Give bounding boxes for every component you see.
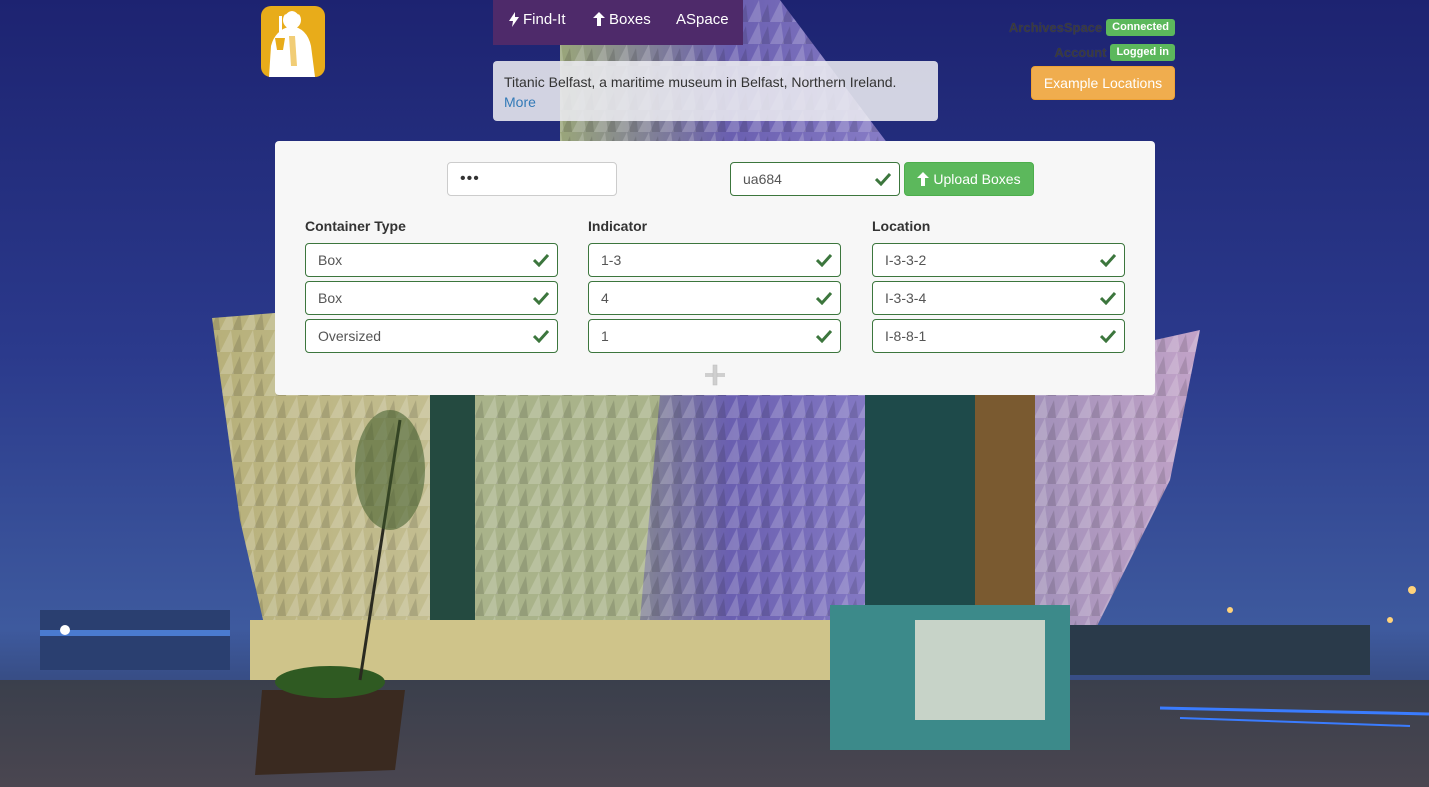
check-icon xyxy=(816,291,832,305)
container-type-value: Box xyxy=(318,290,343,306)
repository-input[interactable]: ua684 xyxy=(730,162,900,196)
connected-badge: Connected xyxy=(1106,19,1175,36)
location-value: I-8-8-1 xyxy=(885,328,927,344)
indicator-value: 1-3 xyxy=(601,252,622,268)
check-icon xyxy=(533,253,549,267)
nav-findit-label: Find-It xyxy=(523,11,566,28)
check-icon xyxy=(1100,329,1116,343)
upload-boxes-label: Upload Boxes xyxy=(933,171,1021,187)
bolt-icon xyxy=(509,12,519,27)
check-icon xyxy=(816,253,832,267)
indicator-value: 1 xyxy=(601,328,609,344)
upload-panel: ••• ua684 Upload Boxes Container Type In… xyxy=(275,141,1155,395)
description-text: Titanic Belfast, a maritime museum in Be… xyxy=(504,74,897,90)
repository-value: ua684 xyxy=(743,171,782,187)
nav-aspace[interactable]: ASpace xyxy=(676,11,729,28)
account-status: Account Logged in xyxy=(1054,44,1175,61)
password-input[interactable]: ••• xyxy=(447,162,617,196)
container-type-value: Oversized xyxy=(318,328,382,344)
archivesspace-label: ArchivesSpace xyxy=(1008,20,1103,35)
location-value: I-3-3-2 xyxy=(885,252,927,268)
account-label: Account xyxy=(1054,45,1107,60)
upload-boxes-button[interactable]: Upload Boxes xyxy=(904,162,1034,196)
container-type-field[interactable]: Box xyxy=(305,243,558,277)
container-type-value: Box xyxy=(318,252,343,268)
password-value: ••• xyxy=(460,170,480,187)
location-field[interactable]: I-3-3-4 xyxy=(872,281,1125,315)
check-icon xyxy=(533,329,549,343)
logo-icon xyxy=(261,6,325,77)
check-icon xyxy=(1100,253,1116,267)
indicator-header: Indicator xyxy=(588,218,648,234)
container-type-field[interactable]: Box xyxy=(305,281,558,315)
indicator-value: 4 xyxy=(601,290,609,306)
example-locations-button[interactable]: Example Locations xyxy=(1031,66,1175,100)
nav-boxes[interactable]: Boxes xyxy=(593,11,651,28)
check-icon xyxy=(533,291,549,305)
check-icon xyxy=(875,172,891,186)
location-value: I-3-3-4 xyxy=(885,290,927,306)
container-type-header: Container Type xyxy=(305,218,406,234)
location-field[interactable]: I-3-3-2 xyxy=(872,243,1125,277)
nav-boxes-label: Boxes xyxy=(609,11,651,28)
archivesspace-status: ArchivesSpace Connected xyxy=(1009,19,1175,36)
upload-icon xyxy=(593,12,605,26)
container-type-field[interactable]: Oversized xyxy=(305,319,558,353)
more-link[interactable]: More xyxy=(504,92,927,112)
nav-findit[interactable]: Find-It xyxy=(509,11,566,28)
indicator-field[interactable]: 1-3 xyxy=(588,243,841,277)
check-icon xyxy=(816,329,832,343)
top-nav: Find-It Boxes ASpace xyxy=(493,0,743,45)
location-field[interactable]: I-8-8-1 xyxy=(872,319,1125,353)
image-description: Titanic Belfast, a maritime museum in Be… xyxy=(493,61,938,121)
nav-aspace-label: ASpace xyxy=(676,11,729,28)
logged-in-badge: Logged in xyxy=(1110,44,1175,61)
indicator-field[interactable]: 1 xyxy=(588,319,841,353)
indicator-field[interactable]: 4 xyxy=(588,281,841,315)
plus-icon[interactable] xyxy=(703,363,727,387)
upload-icon xyxy=(917,172,930,186)
location-header: Location xyxy=(872,218,931,234)
check-icon xyxy=(1100,291,1116,305)
